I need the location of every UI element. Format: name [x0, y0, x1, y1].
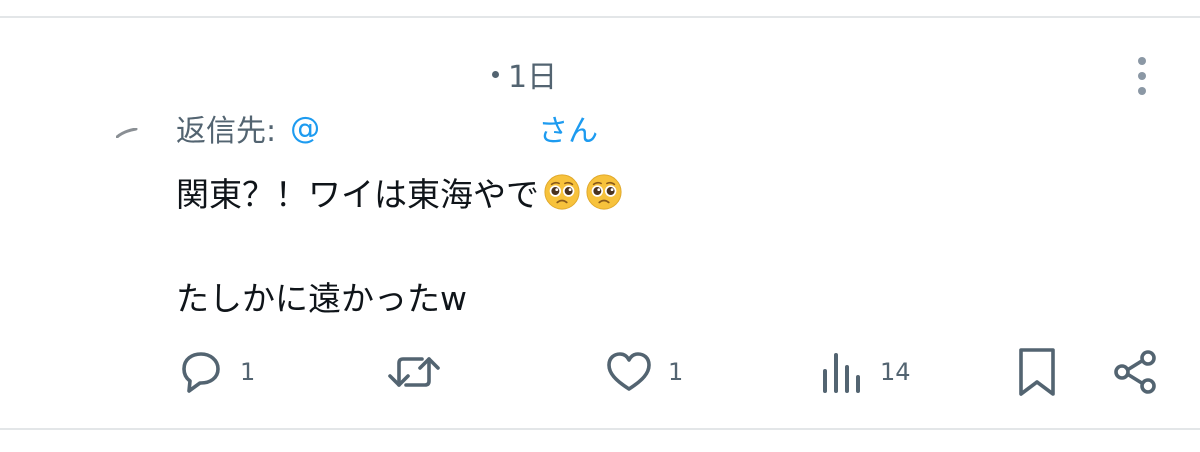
share-icon — [1114, 350, 1156, 394]
bottom-divider — [0, 428, 1200, 430]
bookmark-button[interactable] — [1014, 340, 1060, 404]
share-button[interactable] — [1110, 340, 1160, 404]
reply-to-handle-prefix[interactable]: @ — [290, 111, 320, 146]
retweet-button[interactable] — [386, 340, 442, 404]
heart-icon — [607, 352, 651, 391]
tweet-text: 関東？！ワイは東海やで — [176, 175, 539, 214]
dot-icon — [1138, 72, 1146, 80]
reply-to-line: 返信先: @ さん — [176, 104, 598, 152]
tweet-text: たしかに遠かったw — [176, 279, 467, 318]
timestamp[interactable]: 1日 — [508, 52, 557, 96]
reply-count: 1 — [240, 358, 256, 386]
reply-to-label: 返信先: — [176, 114, 277, 149]
separator-dot — [492, 70, 499, 78]
like-button[interactable]: 1 — [604, 340, 683, 404]
top-divider — [0, 16, 1200, 18]
more-options-button[interactable] — [1122, 54, 1162, 98]
views-button[interactable]: 14 — [818, 340, 911, 404]
tweet-text-line-2: たしかに遠かったw — [176, 268, 467, 324]
views-count: 14 — [880, 358, 911, 386]
bookmark-icon — [1019, 348, 1055, 396]
pleading-face-emoji-icon — [586, 174, 622, 210]
reply-icon — [182, 352, 220, 393]
tweet-meta: 1日 — [492, 52, 557, 96]
dot-icon — [1138, 57, 1146, 65]
reply-to-handle-suffix[interactable]: さん — [538, 106, 598, 150]
dot-icon — [1138, 87, 1146, 95]
pleading-face-emoji-icon — [544, 174, 580, 210]
retweet-icon — [388, 357, 440, 387]
analytics-icon — [823, 353, 860, 393]
avatar[interactable] — [116, 128, 138, 138]
action-bar: 1 1 14 — [0, 340, 1200, 404]
reply-button[interactable]: 1 — [176, 340, 255, 404]
tweet-text-line-1: 関東？！ワイは東海やで — [176, 164, 623, 220]
redacted-handle — [320, 110, 539, 146]
like-count: 1 — [668, 358, 684, 386]
